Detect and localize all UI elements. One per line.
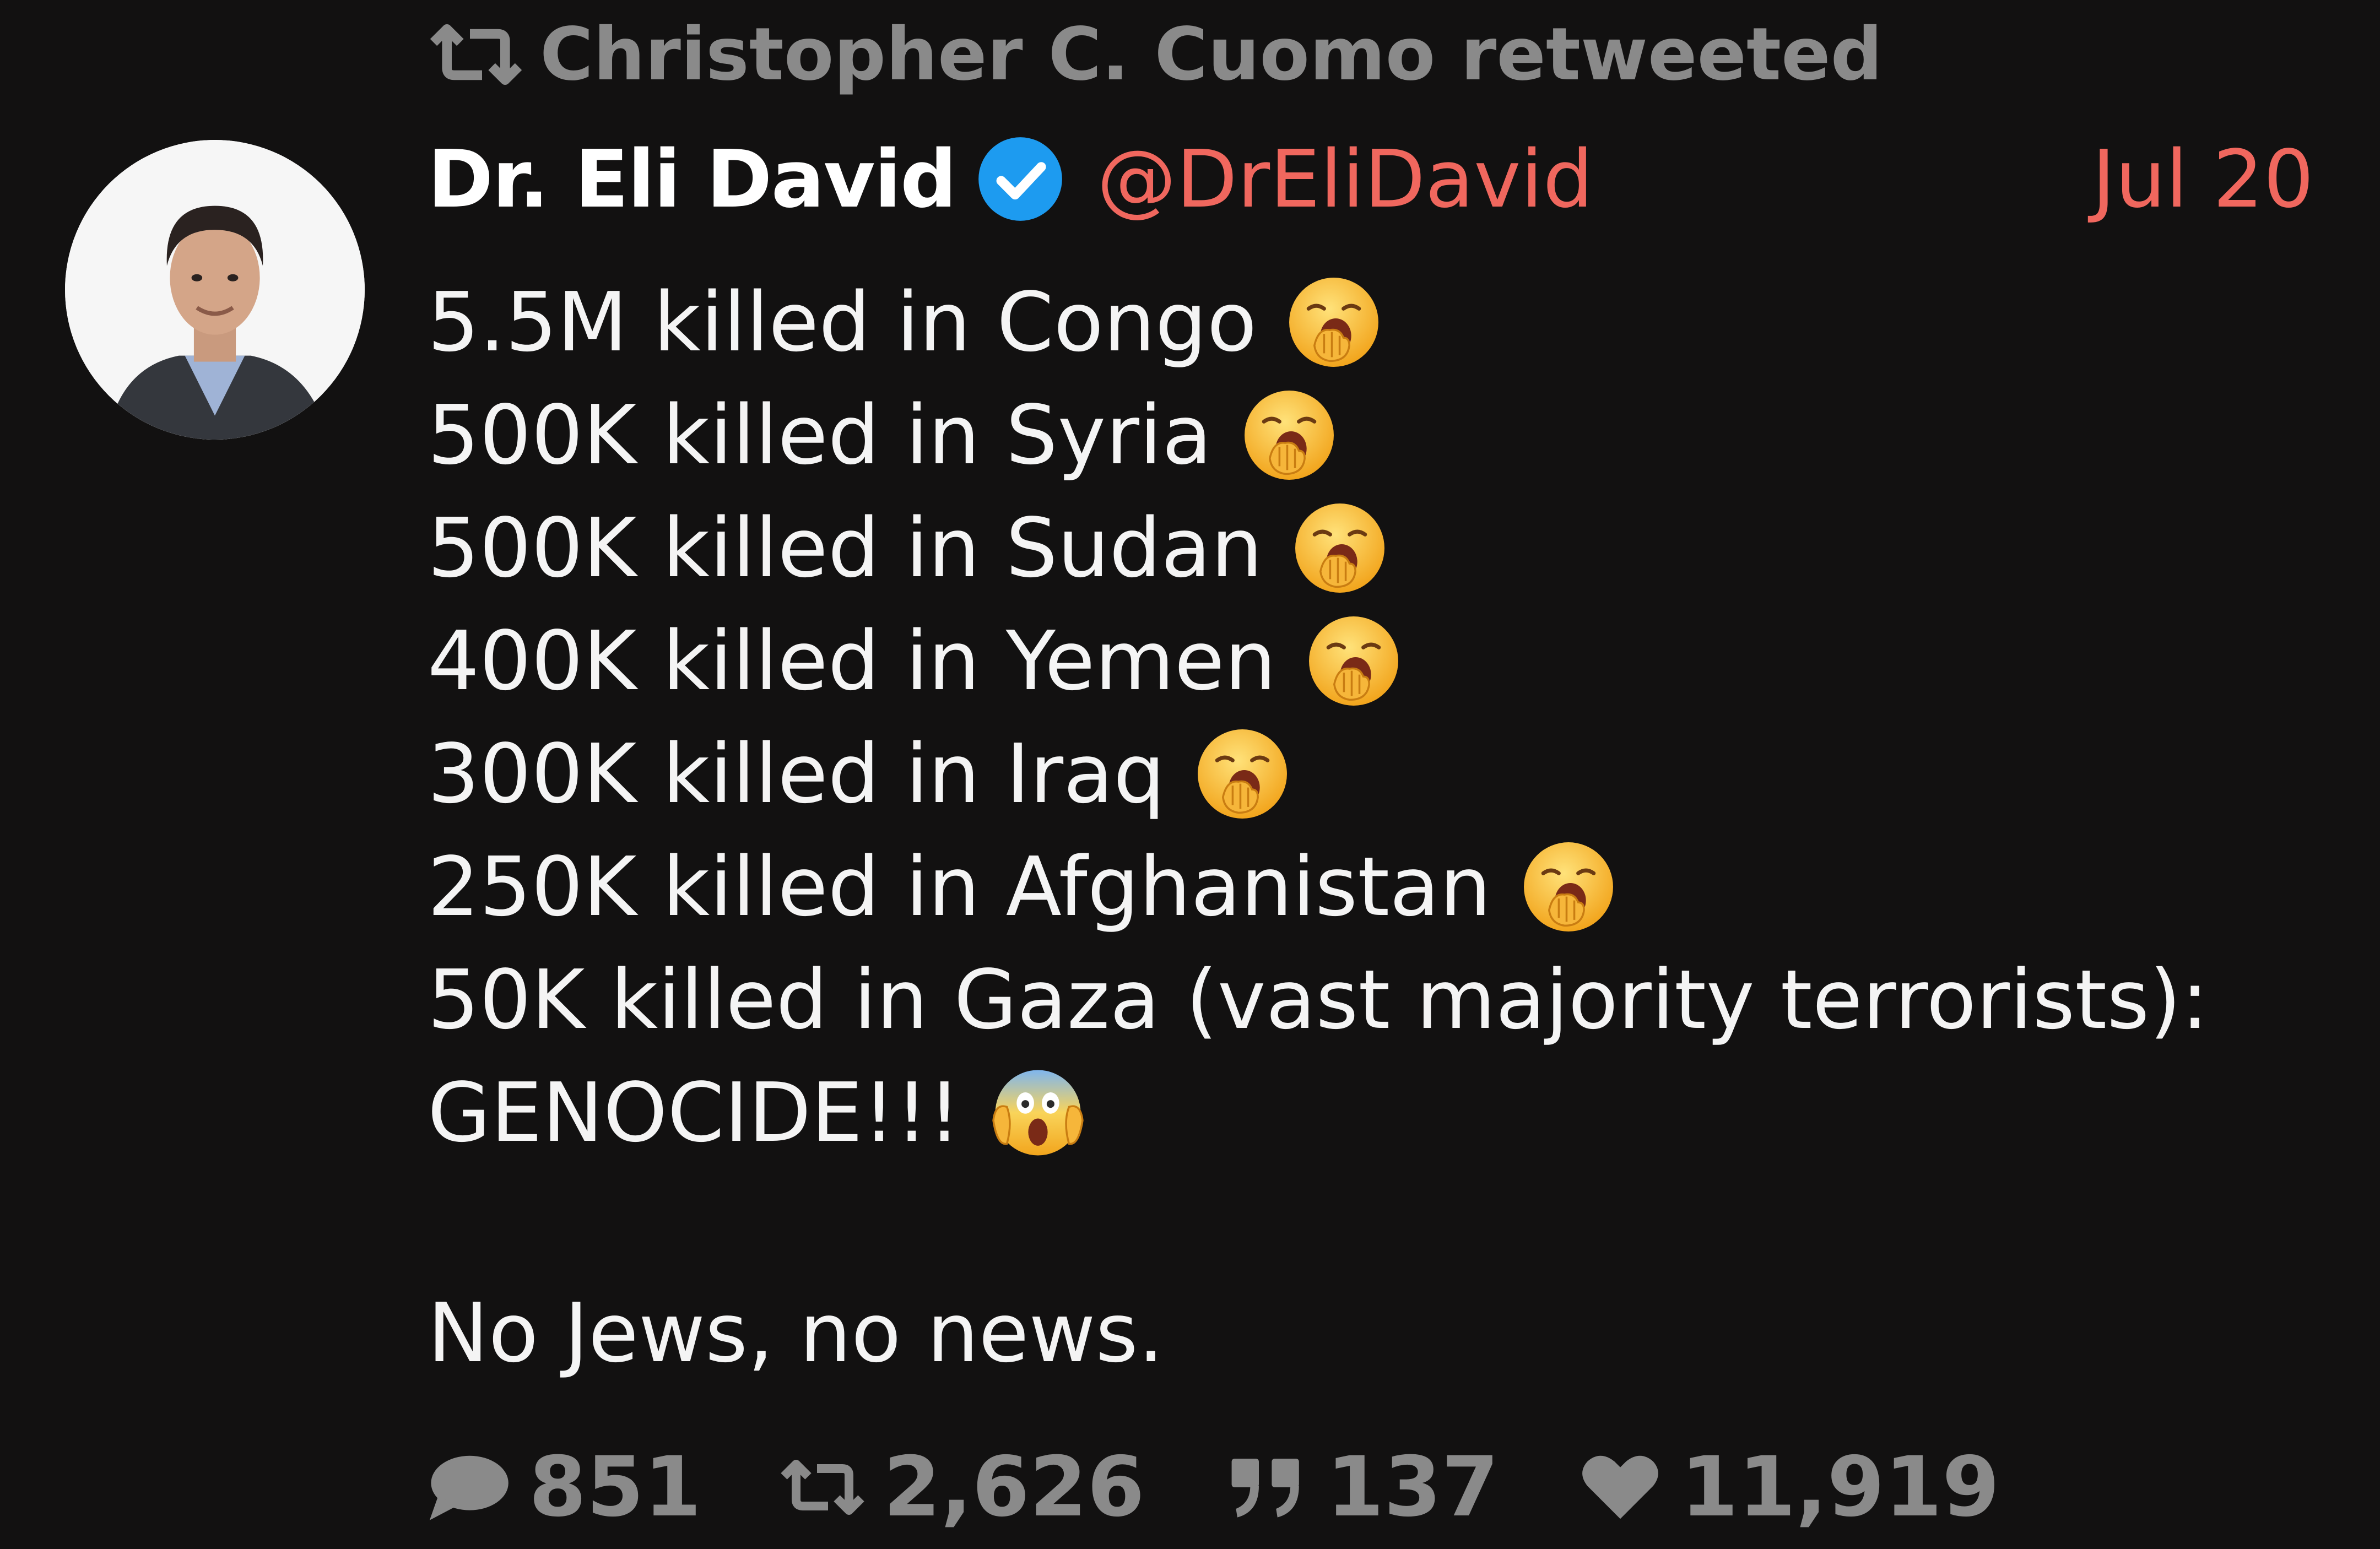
reply-icon bbox=[424, 1451, 512, 1523]
tweet-line: 5.5M killed in Congo bbox=[428, 266, 2301, 378]
avatar[interactable] bbox=[65, 140, 365, 440]
yawning-face-emoji bbox=[1241, 387, 1338, 484]
yawning-face-emoji bbox=[1194, 725, 1291, 822]
tweet-line: 500K killed in Syria bbox=[428, 378, 2301, 491]
quote-icon bbox=[1222, 1451, 1310, 1523]
yawning-face-emoji bbox=[1285, 274, 1382, 371]
retweet-text: Christopher C. Cuomo retweeted bbox=[540, 12, 1883, 97]
yawning-face-emoji bbox=[1291, 500, 1388, 597]
tweet-line-text: 500K killed in Sudan bbox=[428, 500, 1263, 595]
tweet-line-text: 50K killed in Gaza (vast majority terror… bbox=[428, 952, 2209, 1047]
screaming-face-emoji bbox=[989, 1064, 1086, 1161]
like-count: 11,919 bbox=[1680, 1439, 2000, 1535]
tweet-closing-line: No Jews, no news. bbox=[428, 1286, 1164, 1380]
yawning-face-emoji bbox=[1305, 613, 1402, 709]
tweet-line-text: 500K killed in Syria bbox=[428, 387, 1212, 483]
tweet-line-text: 300K killed in Iraq bbox=[428, 726, 1165, 821]
heart-icon bbox=[1576, 1451, 1664, 1523]
yawning-face-emoji bbox=[1520, 838, 1617, 935]
reply-button[interactable]: 851 bbox=[424, 1439, 701, 1535]
quote-button[interactable]: 137 bbox=[1222, 1439, 1499, 1535]
tweet-line: 400K killed in Yemen bbox=[428, 604, 2301, 717]
retweet-icon bbox=[428, 24, 524, 85]
tweet-actions-bar: 851 2,626 137 11,919 bbox=[424, 1438, 2077, 1537]
reply-count: 851 bbox=[529, 1439, 702, 1535]
tweet-line: 300K killed in Iraq bbox=[428, 717, 2301, 830]
retweet-button[interactable]: 2,626 bbox=[778, 1439, 1145, 1535]
user-handle[interactable]: @DrEliDavid bbox=[1097, 133, 1593, 225]
tweet-author-row: Dr. Eli David @DrEliDavid Jul 20 bbox=[428, 132, 2314, 226]
tweet-line-text: GENOCIDE!!! bbox=[428, 1065, 961, 1160]
tweet-line: 500K killed in Sudan bbox=[428, 491, 2301, 604]
retweet-count: 2,626 bbox=[883, 1439, 1145, 1535]
retweet-header[interactable]: Christopher C. Cuomo retweeted bbox=[428, 8, 1883, 101]
tweet-line: GENOCIDE!!! bbox=[428, 1056, 2301, 1169]
like-button[interactable]: 11,919 bbox=[1576, 1439, 2000, 1535]
display-name[interactable]: Dr. Eli David bbox=[428, 133, 957, 225]
tweet-line: 50K killed in Gaza (vast majority terror… bbox=[428, 943, 2301, 1056]
tweet-line-text: 250K killed in Afghanistan bbox=[428, 839, 1491, 934]
quote-count: 137 bbox=[1326, 1439, 1499, 1535]
retweet-icon bbox=[778, 1451, 867, 1523]
tweet-line: 250K killed in Afghanistan bbox=[428, 830, 2301, 943]
tweet-line-text: 5.5M killed in Congo bbox=[428, 274, 1257, 370]
tweet-date[interactable]: Jul 20 bbox=[2092, 133, 2314, 225]
tweet-line-text: 400K killed in Yemen bbox=[428, 613, 1276, 708]
tweet-text: 5.5M killed in Congo 500K killed in Syri… bbox=[428, 266, 2301, 1169]
verified-badge-icon bbox=[977, 136, 1064, 223]
